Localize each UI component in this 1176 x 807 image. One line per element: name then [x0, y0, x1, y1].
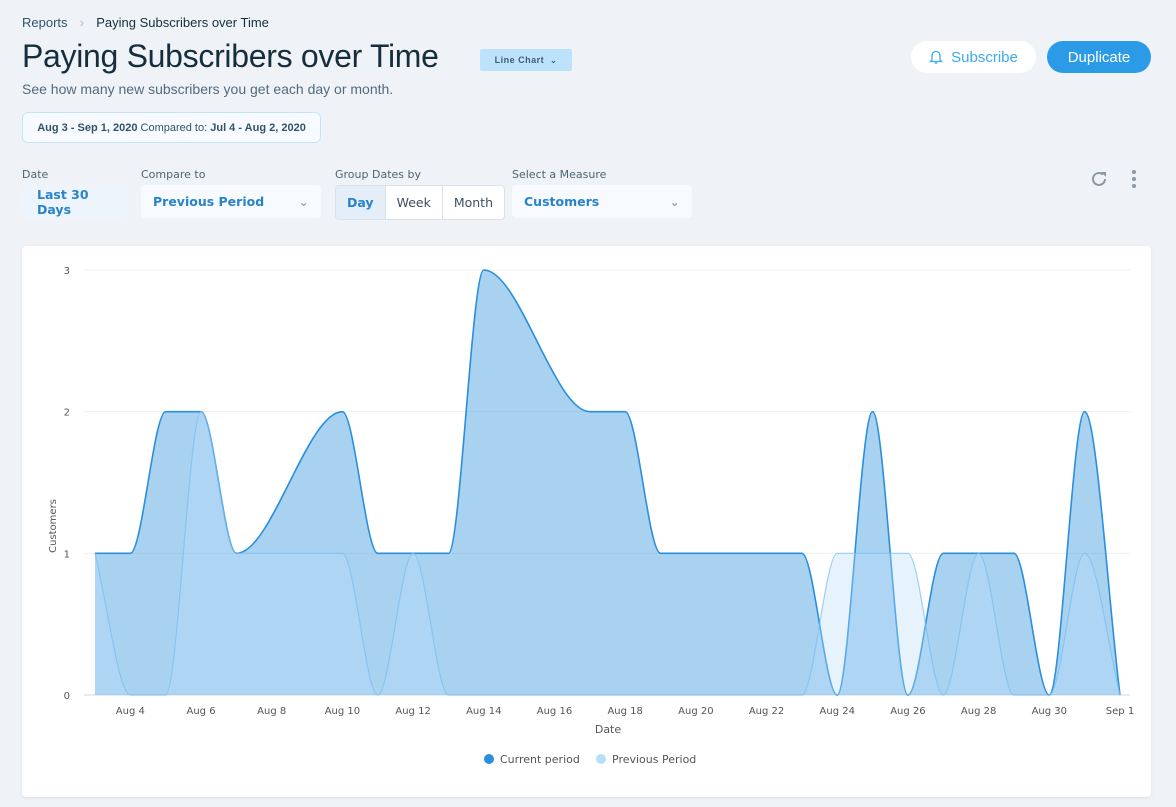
compare-value: Previous Period	[153, 194, 265, 209]
group-day-option[interactable]: Day	[336, 186, 386, 219]
x-tick-label: Aug 20	[678, 706, 713, 717]
group-dates-toggle: Day Week Month	[335, 185, 506, 220]
legend: Current period Previous Period	[484, 753, 696, 766]
page-subtitle: See how many new subscribers you get eac…	[22, 81, 394, 97]
chevron-down-icon: ⌄	[298, 194, 309, 209]
x-tick-label: Aug 4	[116, 706, 145, 717]
x-tick-label: Aug 18	[607, 706, 642, 717]
breadcrumb: Reports › Paying Subscribers over Time	[22, 14, 269, 30]
compare-label: Compare to	[141, 168, 206, 181]
chevron-down-icon: ⌄	[550, 55, 558, 65]
x-tick-label: Aug 24	[820, 706, 855, 717]
x-tick-label: Aug 30	[1032, 706, 1067, 717]
duplicate-button[interactable]: Duplicate	[1047, 41, 1151, 73]
measure-dropdown[interactable]: Customers ⌄	[512, 185, 692, 218]
chart-type-label: Line Chart	[494, 55, 545, 65]
y-axis-title: Customers	[48, 499, 59, 553]
date-filter[interactable]: Last 30 Days	[22, 185, 128, 218]
previous-range: Jul 4 - Aug 2, 2020	[210, 121, 306, 134]
date-range-summary: Aug 3 - Sep 1, 2020 Compared to: Jul 4 -…	[22, 112, 321, 143]
refresh-icon[interactable]	[1088, 168, 1110, 190]
y-tick-label: 3	[64, 266, 70, 277]
legend-label-previous[interactable]: Previous Period	[612, 753, 696, 766]
current-range: Aug 3 - Sep 1, 2020	[37, 121, 138, 134]
x-tick-label: Aug 6	[186, 706, 215, 717]
subscribe-label: Subscribe	[951, 48, 1018, 66]
measure-label: Select a Measure	[512, 168, 607, 181]
x-tick-label: Aug 26	[890, 706, 925, 717]
x-axis-title: Date	[595, 723, 622, 736]
chevron-right-icon: ›	[79, 14, 85, 30]
y-tick-label: 0	[64, 691, 70, 702]
bell-icon	[929, 50, 944, 64]
x-tick-label: Aug 22	[749, 706, 784, 717]
page-title: Paying Subscribers over Time	[22, 38, 439, 74]
compare-dropdown[interactable]: Previous Period ⌄	[141, 185, 321, 218]
legend-swatch-current[interactable]	[484, 754, 494, 764]
legend-label-current[interactable]: Current period	[500, 753, 580, 766]
breadcrumb-current: Paying Subscribers over Time	[96, 14, 269, 30]
x-tick-label: Aug 14	[466, 706, 501, 717]
date-filter-value: Last 30 Days	[37, 186, 89, 217]
breadcrumb-reports-link[interactable]: Reports	[22, 15, 68, 30]
measure-value: Customers	[524, 194, 600, 209]
x-tick-label: Aug 8	[257, 706, 286, 717]
x-tick-label: Aug 16	[537, 706, 572, 717]
compared-label: Compared to:	[140, 121, 208, 134]
group-label: Group Dates by	[335, 168, 421, 181]
subscribe-button[interactable]: Subscribe	[911, 41, 1036, 73]
group-week-option[interactable]: Week	[386, 186, 443, 219]
chart-type-dropdown[interactable]: Line Chart ⌄	[480, 49, 572, 71]
chart-card: 0 1 2 3 Aug 4 Aug 6 Aug 8 Aug 10 Aug 12 Aug 14 Aug…	[22, 246, 1151, 797]
line-chart: 0 1 2 3 Aug 4 Aug 6 Aug 8 Aug 10 Aug 12 Aug 14 Aug…	[48, 266, 1134, 766]
y-tick-label: 1	[64, 549, 70, 560]
x-tick-label: Sep 1	[1106, 706, 1134, 717]
x-tick-label: Aug 10	[325, 706, 360, 717]
date-filter-label: Date	[22, 168, 49, 181]
chevron-down-icon: ⌄	[669, 194, 680, 209]
y-tick-label: 2	[64, 408, 70, 419]
more-vertical-icon[interactable]	[1128, 168, 1140, 190]
x-tick-label: Aug 12	[395, 706, 430, 717]
x-tick-label: Aug 28	[961, 706, 996, 717]
legend-swatch-previous[interactable]	[596, 754, 606, 764]
group-month-option[interactable]: Month	[443, 186, 504, 219]
